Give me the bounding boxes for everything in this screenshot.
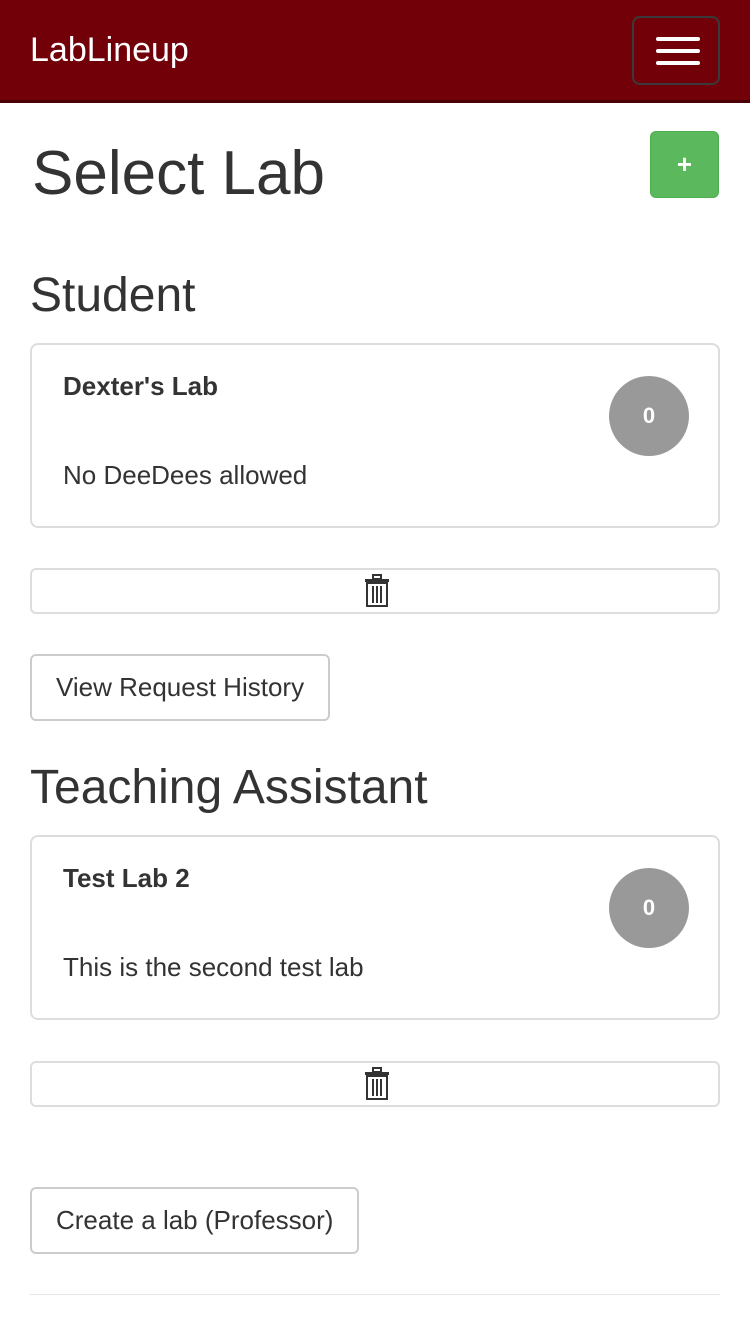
student-section-title: Student — [30, 269, 196, 322]
page-title: Select Lab — [32, 139, 325, 208]
lab-card[interactable]: Dexter's Lab 0 No DeeDees allowed — [30, 343, 720, 528]
trash-icon — [365, 574, 389, 607]
delete-lab-button[interactable] — [30, 568, 720, 614]
hamburger-icon-bar — [656, 61, 700, 65]
brand-logo[interactable]: LabLineup — [30, 30, 189, 70]
menu-toggle-button[interactable] — [632, 16, 720, 85]
lab-title: Test Lab 2 — [63, 863, 190, 893]
ta-section-title: Teaching Assistant — [30, 761, 428, 814]
view-request-history-button[interactable]: View Request History — [30, 654, 331, 721]
footer-divider — [30, 1294, 720, 1295]
queue-count-badge: 0 — [609, 868, 689, 948]
add-lab-button[interactable]: + — [650, 131, 719, 198]
lab-description: No DeeDees allowed — [63, 460, 308, 490]
queue-count-badge: 0 — [609, 376, 689, 456]
hamburger-icon-bar — [656, 49, 700, 53]
delete-lab-button[interactable] — [30, 1061, 720, 1107]
hamburger-icon — [656, 37, 700, 41]
navbar: LabLineup — [0, 0, 750, 103]
lab-title: Dexter's Lab — [63, 371, 219, 401]
lab-description: This is the second test lab — [63, 952, 364, 982]
lab-card[interactable]: Test Lab 2 0 This is the second test lab — [30, 835, 720, 1020]
trash-icon — [365, 1067, 389, 1100]
create-lab-button[interactable]: Create a lab (Professor) — [30, 1187, 360, 1254]
